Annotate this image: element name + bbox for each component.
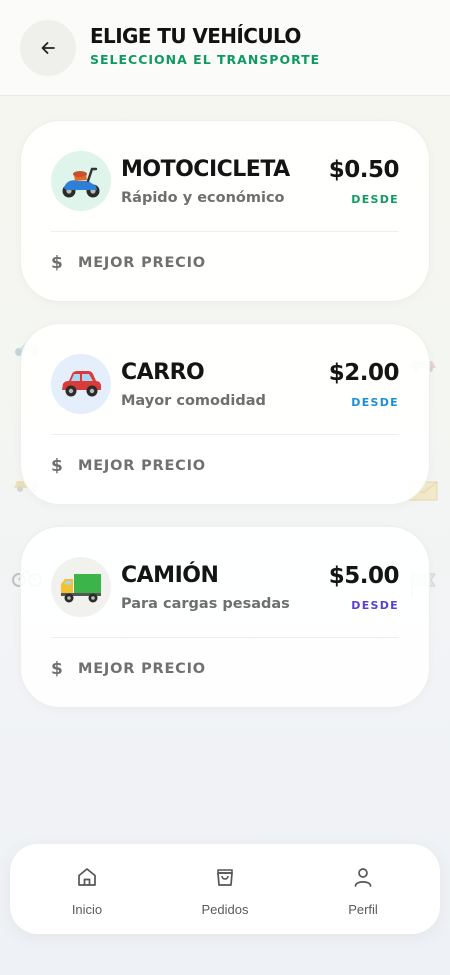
back-button[interactable] xyxy=(20,20,76,76)
truck-icon xyxy=(61,574,101,603)
user-icon xyxy=(354,868,372,887)
vehicle-icon-badge xyxy=(51,354,111,414)
vehicle-price: $2.00 xyxy=(328,360,400,386)
vehicle-name: CAMIÓN xyxy=(121,563,219,588)
nav-label: Inicio xyxy=(71,902,103,917)
vehicle-icon-badge xyxy=(51,151,111,211)
best-price-label: MEJOR PRECIO xyxy=(78,661,206,677)
vehicle-icon-badge xyxy=(51,557,111,617)
vehicle-card-camion[interactable]: CAMIÓN Para cargas pesadas $5.00 DESDE $… xyxy=(20,526,430,708)
arrow-left-icon xyxy=(41,42,55,54)
vehicle-price: $0.50 xyxy=(328,157,400,183)
vehicle-name: CARRO xyxy=(121,360,205,385)
card-divider xyxy=(51,434,399,435)
best-price-row: $ MEJOR PRECIO xyxy=(51,659,206,679)
car-icon xyxy=(62,371,101,397)
nav-label: Pedidos xyxy=(201,902,249,917)
scooter-icon xyxy=(62,167,100,198)
nav-item-pedidos[interactable]: Pedidos xyxy=(175,866,275,917)
bottom-nav: Inicio Pedidos Perfil xyxy=(10,844,440,934)
best-price-label: MEJOR PRECIO xyxy=(78,458,206,474)
best-price-row: $ MEJOR PRECIO xyxy=(51,456,206,476)
page-subtitle: SELECCIONA EL TRANSPORTE xyxy=(90,52,321,67)
vehicle-description: Para cargas pesadas xyxy=(121,596,290,612)
card-divider xyxy=(51,637,399,638)
price-from-label: DESDE xyxy=(351,599,399,612)
dollar-icon: $ xyxy=(51,253,63,273)
vehicle-card-motocicleta[interactable]: MOTOCICLETA Rápido y económico $0.50 DES… xyxy=(20,120,430,302)
home-icon xyxy=(78,868,96,886)
price-from-label: DESDE xyxy=(351,396,399,409)
vehicle-card-carro[interactable]: CARRO Mayor comodidad $2.00 DESDE $ MEJO… xyxy=(20,323,430,505)
page-title: ELIGE TU VEHÍCULO xyxy=(90,24,301,48)
best-price-row: $ MEJOR PRECIO xyxy=(51,253,206,273)
vehicle-description: Mayor comodidad xyxy=(121,393,266,409)
best-price-label: MEJOR PRECIO xyxy=(78,255,206,271)
vehicle-price: $5.00 xyxy=(328,563,400,589)
vehicle-description: Rápido y económico xyxy=(121,190,285,206)
shopping-bag-icon xyxy=(217,869,233,886)
card-divider xyxy=(51,231,399,232)
vehicle-name: MOTOCICLETA xyxy=(121,157,290,182)
dollar-icon: $ xyxy=(51,456,63,476)
nav-item-perfil[interactable]: Perfil xyxy=(313,866,413,917)
price-from-label: DESDE xyxy=(351,193,399,206)
dollar-icon: $ xyxy=(51,659,63,679)
nav-label: Perfil xyxy=(348,902,378,917)
header: ELIGE TU VEHÍCULO SELECCIONA EL TRANSPOR… xyxy=(0,0,450,96)
nav-item-inicio[interactable]: Inicio xyxy=(37,866,137,917)
